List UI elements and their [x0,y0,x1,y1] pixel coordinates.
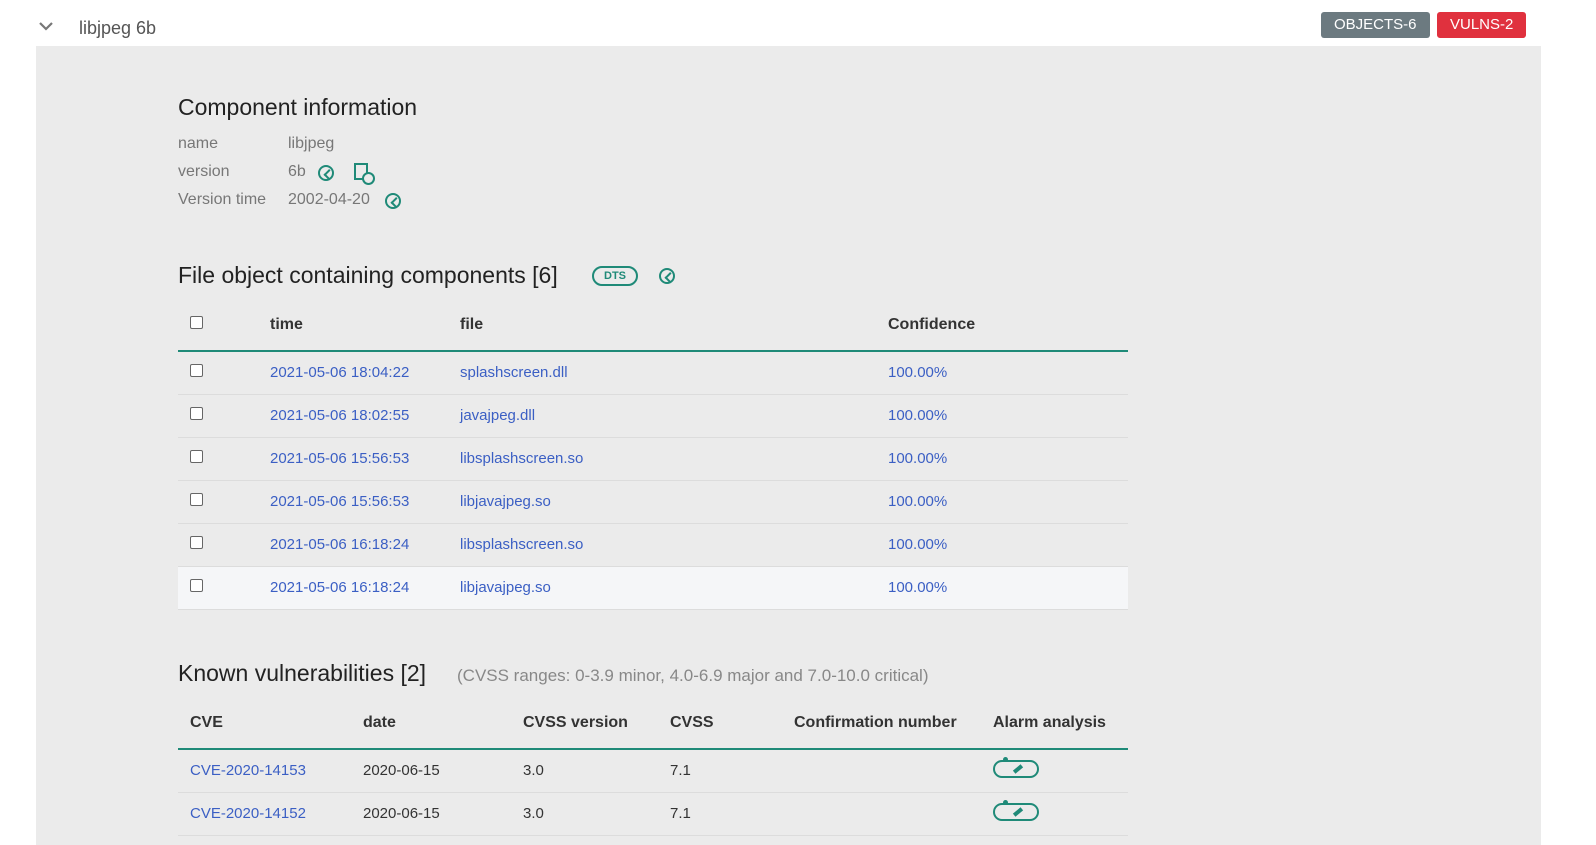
row-confidence-link[interactable]: 100.00% [888,493,947,510]
row-time-link[interactable]: 2021-05-06 15:56:53 [270,450,409,467]
name-label: name [178,135,219,152]
version-history-icon[interactable] [354,163,375,185]
vulns-badge[interactable]: VULNS-2 [1437,12,1527,38]
table-row: 2021-05-06 18:04:22 splashscreen.dll 100… [178,351,1128,394]
cvss-cell: 7.1 [670,805,691,822]
component-info-heading: Component information [178,94,418,120]
cvss-version-cell: 3.0 [523,805,544,822]
row-checkbox[interactable] [190,493,203,506]
row-time-link[interactable]: 2021-05-06 16:18:24 [270,536,409,553]
cve-link[interactable]: CVE-2020-14152 [190,805,306,822]
cvss-ranges-note: (CVSS ranges: 0-3.9 minor, 4.0-6.9 major… [457,666,929,685]
alarm-analysis-edit-icon[interactable] [993,799,1039,821]
row-file-link[interactable]: libjavajpeg.so [460,493,551,510]
row-time-link[interactable]: 2021-05-06 18:04:22 [270,364,409,381]
col-cve[interactable]: CVE [178,698,363,749]
col-confidence[interactable]: Confidence [888,300,1128,351]
row-checkbox[interactable] [190,450,203,463]
table-row: 2021-05-06 16:18:24 libjavajpeg.so 100.0… [178,566,1128,609]
table-row: 2021-05-06 15:56:53 libjavajpeg.so 100.0… [178,480,1128,523]
cve-link[interactable]: CVE-2020-14153 [190,762,306,779]
col-cvss[interactable]: CVSS [670,698,794,749]
vulnerabilities-table: CVE date CVSS version CVSS Confirmation … [178,698,1128,836]
table-header-row: CVE date CVSS version CVSS Confirmation … [178,698,1128,749]
row-file-link[interactable]: javajpeg.dll [460,407,535,424]
file-objects-heading: File object containing components [6] [178,262,558,288]
table-row: CVE-2020-14152 2020-06-15 3.0 7.1 [178,792,1128,835]
row-file-link[interactable]: libsplashscreen.so [460,536,583,553]
table-row: CVE-2020-14153 2020-06-15 3.0 7.1 [178,749,1128,792]
row-checkbox[interactable] [190,579,203,592]
row-checkbox[interactable] [190,536,203,549]
row-confidence-link[interactable]: 100.00% [888,579,947,596]
version-label: version [178,163,230,180]
row-file-link[interactable]: libsplashscreen.so [460,450,583,467]
confirmation-cell [794,749,993,792]
table-row: 2021-05-06 18:02:55 javajpeg.dll 100.00% [178,394,1128,437]
col-alarm-analysis[interactable]: Alarm analysis [993,698,1128,749]
component-title[interactable]: libjpeg 6b [79,18,156,39]
table-header-row: time file Confidence [178,300,1128,351]
row-time-link[interactable]: 2021-05-06 16:18:24 [270,579,409,596]
objects-badge[interactable]: OBJECTS-6 [1321,12,1430,38]
select-all-checkbox[interactable] [190,316,203,329]
date-cell: 2020-06-15 [363,805,440,822]
version-time-value: 2002-04-20 [288,191,370,208]
date-cell: 2020-06-15 [363,762,440,780]
table-row: 2021-05-06 16:18:24 libsplashscreen.so 1… [178,523,1128,566]
row-confidence-link[interactable]: 100.00% [888,407,947,424]
row-time-link[interactable]: 2021-05-06 15:56:53 [270,493,409,510]
col-date[interactable]: date [363,698,523,749]
dts-button[interactable]: DTS [592,266,638,286]
row-time-link[interactable]: 2021-05-06 18:02:55 [270,407,409,424]
table-row: 2021-05-06 15:56:53 libsplashscreen.so 1… [178,437,1128,480]
alarm-analysis-edit-icon[interactable] [993,756,1039,778]
row-confidence-link[interactable]: 100.00% [888,364,947,381]
row-file-link[interactable]: splashscreen.dll [460,364,568,381]
col-time[interactable]: time [270,300,460,351]
confirmation-cell [794,792,993,835]
vulnerabilities-heading: Known vulnerabilities [2] [178,660,427,686]
name-value: libjpeg [288,135,335,152]
cvss-version-cell: 3.0 [523,762,544,780]
version-value: 6b [288,163,306,180]
component-header: libjpeg 6b OBJECTS-6 VULNS-2 [0,0,1596,46]
chevron-down-icon[interactable] [38,20,54,32]
cvss-cell: 7.1 [670,762,691,780]
row-confidence-link[interactable]: 100.00% [888,536,947,553]
col-cvss-version[interactable]: CVSS version [523,698,670,749]
row-confidence-link[interactable]: 100.00% [888,450,947,467]
col-file[interactable]: file [460,300,888,351]
component-detail-panel: Component information name libjpeg versi… [36,46,1541,845]
edit-version-time-icon[interactable] [385,193,401,209]
col-confirmation-number[interactable]: Confirmation number [794,698,993,749]
file-objects-table: time file Confidence 2021-05-06 18:04:22… [178,300,1128,610]
row-checkbox[interactable] [190,407,203,420]
version-time-label: Version time [178,191,267,208]
edit-file-objects-icon[interactable] [659,268,675,284]
row-checkbox[interactable] [190,364,203,378]
edit-version-icon[interactable] [318,165,334,181]
row-file-link[interactable]: libjavajpeg.so [460,579,551,596]
